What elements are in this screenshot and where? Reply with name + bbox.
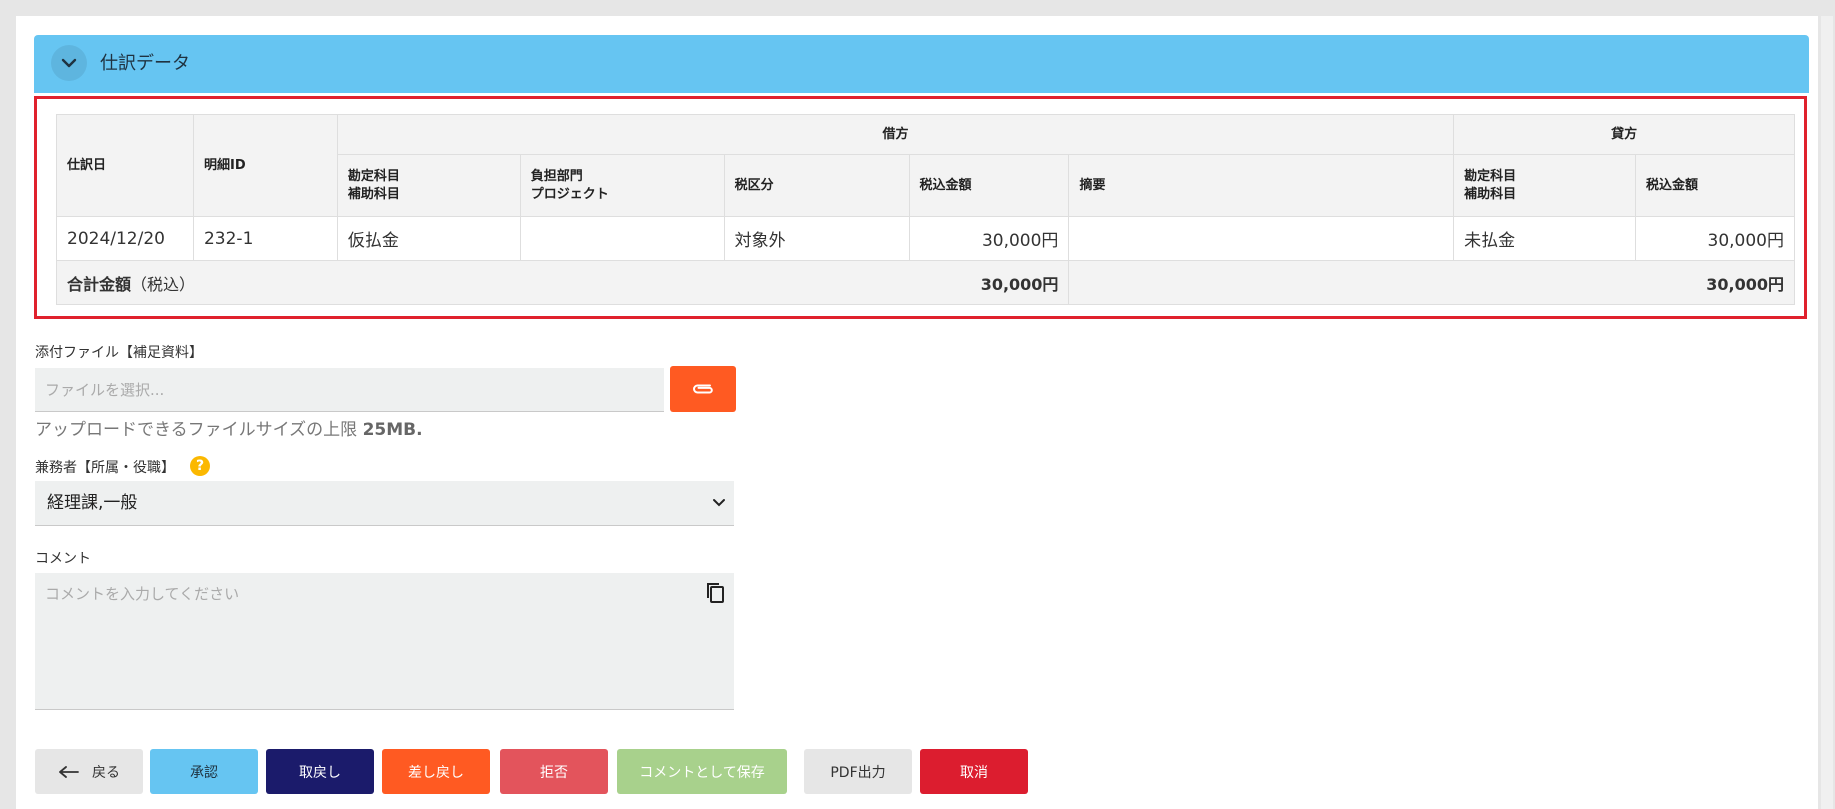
cell-date: 2024/12/20 — [56, 216, 194, 261]
cell-tax-category: 対象外 — [723, 216, 910, 261]
debit-total-value: 30,000円 — [980, 274, 1059, 294]
withdraw-button[interactable]: 取戻し — [266, 749, 374, 794]
pdf-export-button[interactable]: PDF出力 — [804, 749, 912, 794]
save-as-comment-button[interactable]: コメントとして保存 — [617, 749, 787, 794]
copy-icon[interactable] — [704, 581, 726, 609]
help-icon[interactable]: ? — [190, 456, 210, 476]
cell-department — [519, 216, 725, 261]
chevron-down-icon — [712, 481, 726, 525]
cell-memo — [1068, 216, 1455, 261]
total-row: 合計金額（税込） 30,000円 30,000円 — [55, 260, 1795, 305]
arrow-left-icon — [58, 765, 80, 778]
header-date: 仕訳日 — [56, 114, 194, 217]
chevron-down-icon — [61, 58, 77, 68]
attachment-label: 添付ファイル【補足資料】 — [35, 345, 203, 361]
cancel-button[interactable]: 取消 — [920, 749, 1028, 794]
cell-credit-amount: 30,000円 — [1635, 216, 1795, 261]
header-credit: 貸方 — [1453, 114, 1795, 155]
header-credit-amount: 税込金額 — [1635, 154, 1795, 217]
comment-placeholder: コメントを入力してください — [45, 585, 240, 603]
page: 仕訳データ 仕訳日 明細ID 借方 貸方 勘定科目 補助科目 負担部門 プロジェ… — [16, 16, 1818, 809]
paperclip-icon — [693, 384, 713, 394]
header-department: 負担部門 プロジェクト — [519, 154, 725, 217]
approve-button[interactable]: 承認 — [150, 749, 258, 794]
upload-size-hint: アップロードできるファイルサイズの上限 25MB. — [35, 420, 423, 440]
cell-debit-account: 仮払金 — [336, 216, 521, 261]
comment-label: コメント — [35, 551, 91, 567]
back-button[interactable]: 戻る — [35, 749, 143, 794]
credit-total-value: 30,000円 — [1068, 260, 1795, 305]
total-label: 合計金額（税込） — [67, 274, 196, 294]
section-title: 仕訳データ — [100, 53, 190, 74]
concurrent-label: 兼務者【所属・役職】 — [35, 460, 175, 476]
header-debit-account: 勘定科目 補助科目 — [336, 154, 521, 217]
journal-section-header[interactable]: 仕訳データ — [34, 35, 1809, 93]
header-credit-account: 勘定科目 補助科目 — [1453, 154, 1637, 217]
cell-debit-amount: 30,000円 — [908, 216, 1070, 261]
file-select-input[interactable]: ファイルを選択... — [35, 368, 664, 412]
reject-button[interactable]: 拒否 — [500, 749, 608, 794]
debit-total-cell: 合計金額（税込） 30,000円 — [55, 260, 1070, 305]
scrollbar[interactable] — [1821, 16, 1833, 809]
collapse-toggle-button[interactable] — [51, 45, 87, 81]
send-back-button[interactable]: 差し戻し — [382, 749, 490, 794]
header-detail-id: 明細ID — [192, 114, 338, 217]
header-tax-category: 税区分 — [723, 154, 910, 217]
comment-textarea[interactable]: コメントを入力してください — [35, 573, 734, 710]
cell-credit-account: 未払金 — [1453, 216, 1637, 261]
journal-table: 仕訳日 明細ID 借方 貸方 勘定科目 補助科目 負担部門 プロジェクト 税区分… — [55, 114, 1795, 305]
concurrent-selected-value: 経理課,一般 — [47, 493, 138, 513]
table-row: 2024/12/20 232-1 仮払金 対象外 30,000円 未払金 30,… — [56, 216, 1795, 261]
journal-table-highlight: 仕訳日 明細ID 借方 貸方 勘定科目 補助科目 負担部門 プロジェクト 税区分… — [34, 96, 1807, 319]
header-debit-amount: 税込金額 — [908, 154, 1070, 217]
concurrent-select[interactable]: 経理課,一般 — [35, 481, 734, 526]
header-memo: 摘要 — [1068, 154, 1455, 217]
cell-detail-id: 232-1 — [192, 216, 338, 261]
header-debit: 借方 — [336, 114, 1455, 155]
attach-file-button[interactable] — [670, 366, 736, 412]
